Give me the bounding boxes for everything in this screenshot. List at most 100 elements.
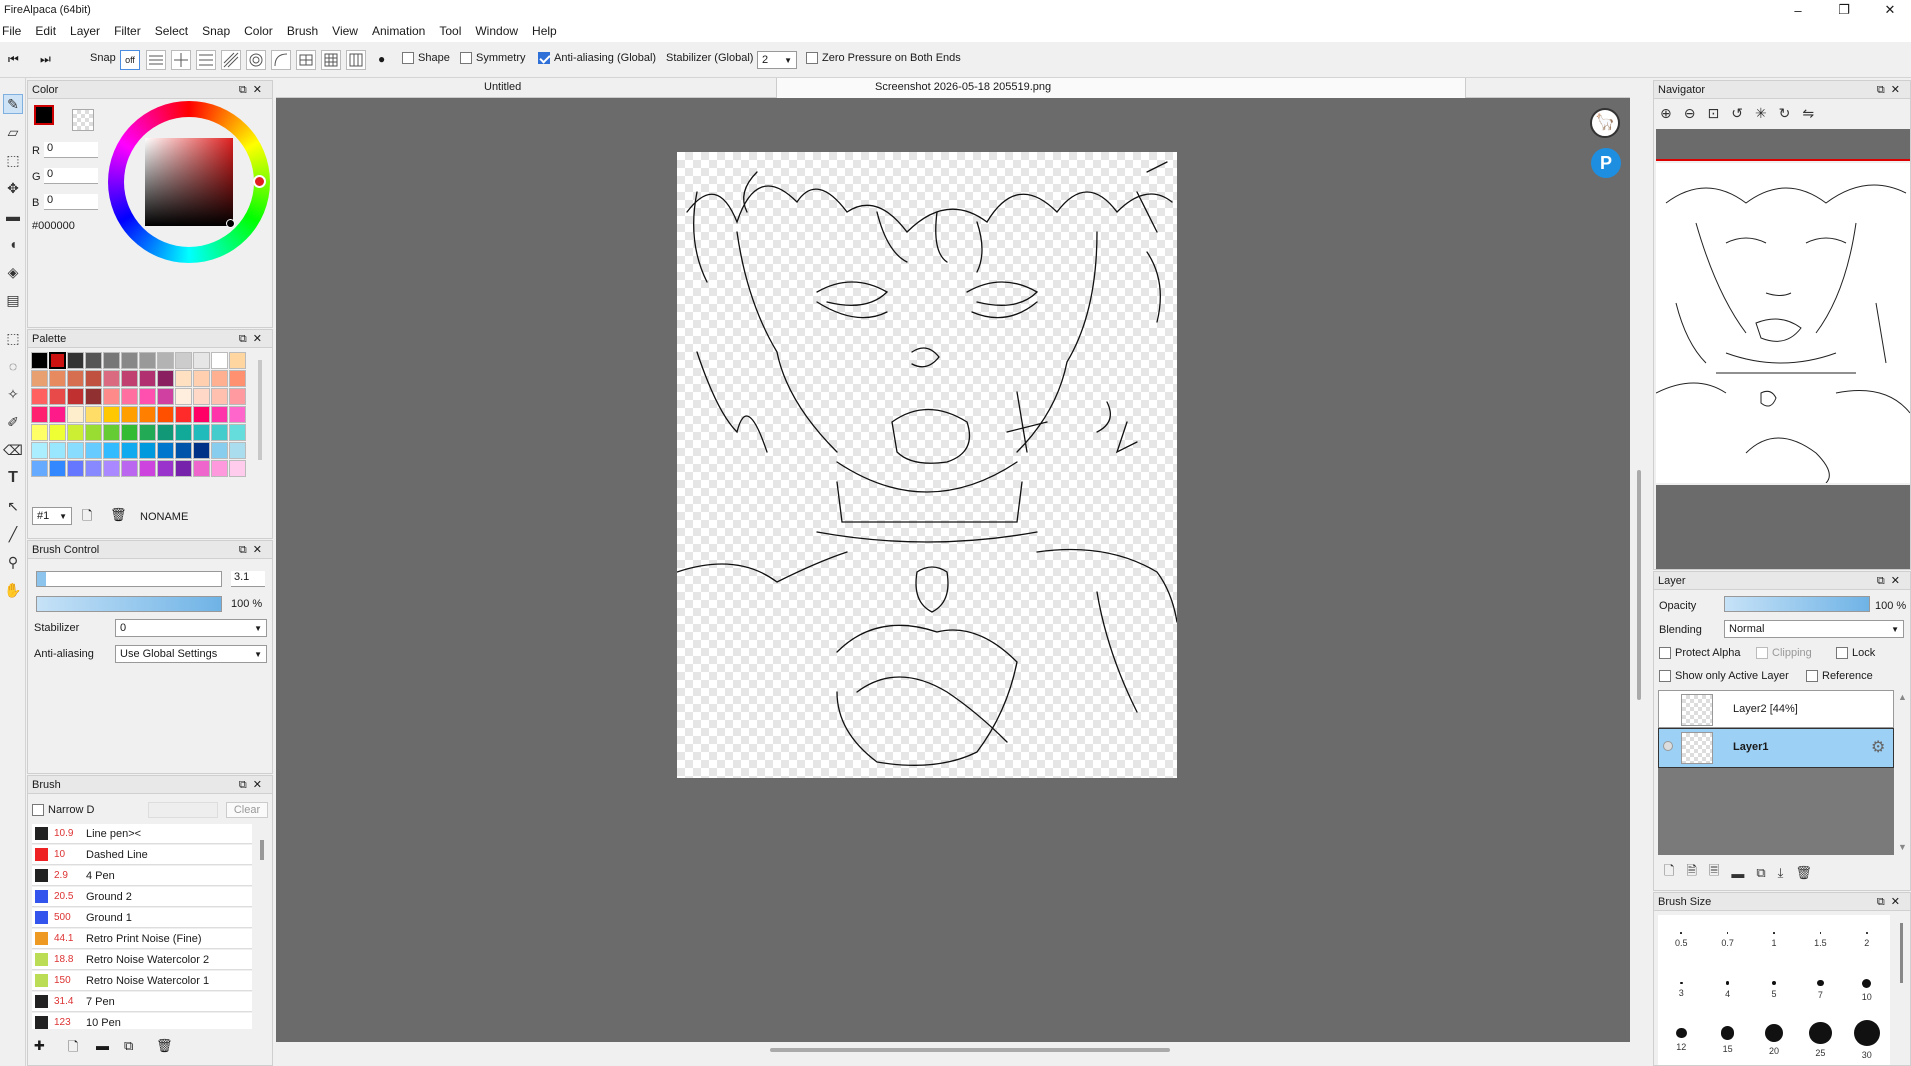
hand-tool-icon[interactable]: ✋ xyxy=(3,580,23,600)
palette-swatch[interactable] xyxy=(193,406,210,423)
delete-brush-icon[interactable]: 🗑 xyxy=(156,1038,173,1054)
narrow-down-toggle[interactable]: Narrow D xyxy=(32,804,94,816)
scroll-up-icon[interactable]: ▲ xyxy=(1898,692,1907,702)
palette-swatch[interactable] xyxy=(157,424,174,441)
divide-tool-icon[interactable]: ╱ xyxy=(3,524,23,544)
new-palette-icon[interactable]: 🗋 xyxy=(82,507,92,529)
palette-swatch[interactable] xyxy=(211,352,228,369)
duplicate-layer-icon[interactable]: ⧉ xyxy=(1756,865,1765,881)
palette-swatch[interactable] xyxy=(229,442,246,459)
select-eraser-tool-icon[interactable]: ⌫ xyxy=(3,440,23,460)
palette-swatch[interactable] xyxy=(49,460,66,477)
brush-list-item[interactable]: 123 10 Pen xyxy=(32,1013,252,1029)
snap-cross-icon[interactable] xyxy=(171,50,191,70)
palette-swatch[interactable] xyxy=(193,370,210,387)
pen-tool-icon[interactable]: ✎ xyxy=(3,94,23,114)
menu-file[interactable]: File xyxy=(0,24,28,38)
snap-off-button[interactable]: off xyxy=(120,50,140,70)
palette-swatch[interactable] xyxy=(157,388,174,405)
clipping-toggle[interactable]: Clipping xyxy=(1756,647,1812,659)
horizontal-scrollbar[interactable] xyxy=(770,1048,1170,1052)
hue-wheel[interactable] xyxy=(108,101,270,263)
new-layer-icon[interactable]: 🗋 xyxy=(1664,862,1674,884)
palette-swatch[interactable] xyxy=(85,406,102,423)
brush-list-item[interactable]: 20.5 Ground 2 xyxy=(32,887,252,907)
palette-swatch[interactable] xyxy=(49,388,66,405)
palette-swatch[interactable] xyxy=(229,352,246,369)
brush-size-preset[interactable]: 25 xyxy=(1797,1015,1843,1065)
saturation-value-square[interactable] xyxy=(145,138,233,226)
menu-window[interactable]: Window xyxy=(468,24,525,38)
palette-swatch[interactable] xyxy=(139,460,156,477)
delete-palette-icon[interactable]: 🗑 xyxy=(110,507,127,523)
menu-animation[interactable]: Animation xyxy=(365,24,432,38)
palette-swatch[interactable] xyxy=(31,388,48,405)
sv-handle-icon[interactable] xyxy=(226,219,235,228)
palette-swatch[interactable] xyxy=(49,352,66,369)
palette-swatch[interactable] xyxy=(85,442,102,459)
antialias-toggle[interactable]: Anti-aliasing (Global) xyxy=(538,52,656,64)
brush-size-slider[interactable] xyxy=(36,571,222,587)
vertical-scrollbar[interactable] xyxy=(1637,470,1641,700)
hue-handle-icon[interactable] xyxy=(253,175,266,188)
clear-button[interactable]: Clear xyxy=(226,802,268,818)
panel-controls-icon[interactable]: ⧉✕ xyxy=(239,543,268,557)
brush-size-preset[interactable]: 15 xyxy=(1704,1015,1750,1065)
snap-curve-icon[interactable] xyxy=(271,50,291,70)
magic-wand-tool-icon[interactable]: ✧ xyxy=(3,384,23,404)
palette-swatch[interactable] xyxy=(103,388,120,405)
pixiv-icon[interactable]: P xyxy=(1591,148,1621,178)
palette-swatch[interactable] xyxy=(121,460,138,477)
brush-size-scrollbar[interactable] xyxy=(1900,923,1903,983)
maximize-button[interactable]: ❐ xyxy=(1821,0,1867,20)
palette-swatch[interactable] xyxy=(85,460,102,477)
menu-color[interactable]: Color xyxy=(237,24,280,38)
menu-select[interactable]: Select xyxy=(148,24,195,38)
palette-swatch[interactable] xyxy=(229,388,246,405)
menu-view[interactable]: View xyxy=(325,24,365,38)
brush-list-item[interactable]: 150 Retro Noise Watercolor 1 xyxy=(32,971,252,991)
snap-radial-icon[interactable] xyxy=(221,50,241,70)
palette-scrollbar[interactable] xyxy=(258,360,262,460)
palette-swatch[interactable] xyxy=(103,442,120,459)
palette-swatch[interactable] xyxy=(121,388,138,405)
palette-swatch[interactable] xyxy=(139,388,156,405)
palette-swatch[interactable] xyxy=(103,406,120,423)
palette-swatch[interactable] xyxy=(67,442,84,459)
palette-swatch[interactable] xyxy=(67,424,84,441)
panel-controls-icon[interactable]: ⧉✕ xyxy=(1877,574,1906,588)
panel-controls-icon[interactable]: ⧉✕ xyxy=(1877,895,1906,909)
text-tool-icon[interactable]: T xyxy=(3,468,23,488)
palette-swatch[interactable] xyxy=(139,424,156,441)
brush-list-item[interactable]: 31.4 7 Pen xyxy=(32,992,252,1012)
r-input[interactable]: 0 xyxy=(44,142,98,158)
stabilizer-select[interactable]: 0 ▼ xyxy=(115,619,267,637)
palette-swatch[interactable] xyxy=(67,388,84,405)
zoom-fit-icon[interactable]: ⊡ xyxy=(1707,105,1719,122)
palette-swatch[interactable] xyxy=(121,370,138,387)
snap-parallel-icon[interactable] xyxy=(146,50,166,70)
panel-controls-icon[interactable]: ⧉✕ xyxy=(239,332,268,346)
snap-perspective-icon[interactable] xyxy=(346,50,366,70)
palette-swatch[interactable] xyxy=(103,460,120,477)
menu-edit[interactable]: Edit xyxy=(28,24,63,38)
menu-brush[interactable]: Brush xyxy=(280,24,325,38)
new-brush-icon[interactable]: 🗋 xyxy=(68,1038,78,1060)
brush-size-preset[interactable]: 20 xyxy=(1751,1015,1797,1065)
palette-swatch[interactable] xyxy=(175,370,192,387)
palette-swatch[interactable] xyxy=(157,442,174,459)
palette-swatch[interactable] xyxy=(121,406,138,423)
palette-swatch[interactable] xyxy=(193,388,210,405)
next-frame-icon[interactable]: ⏭ xyxy=(40,52,51,67)
minimize-button[interactable]: – xyxy=(1775,0,1821,20)
background-color-swatch[interactable] xyxy=(72,109,94,131)
gear-icon[interactable]: ⚙ xyxy=(1871,737,1885,757)
select-pen-tool-icon[interactable]: ✐ xyxy=(3,412,23,432)
palette-swatch[interactable] xyxy=(211,388,228,405)
show-active-layer-toggle[interactable]: Show only Active Layer xyxy=(1659,670,1789,682)
navigator-preview[interactable] xyxy=(1656,163,1910,483)
brush-list-scrollbar[interactable] xyxy=(260,840,264,860)
new-1bit-layer-icon[interactable]: 🗏 xyxy=(1709,862,1719,884)
flip-horizontal-icon[interactable]: ⇋ xyxy=(1802,105,1814,122)
palette-swatch[interactable] xyxy=(175,388,192,405)
